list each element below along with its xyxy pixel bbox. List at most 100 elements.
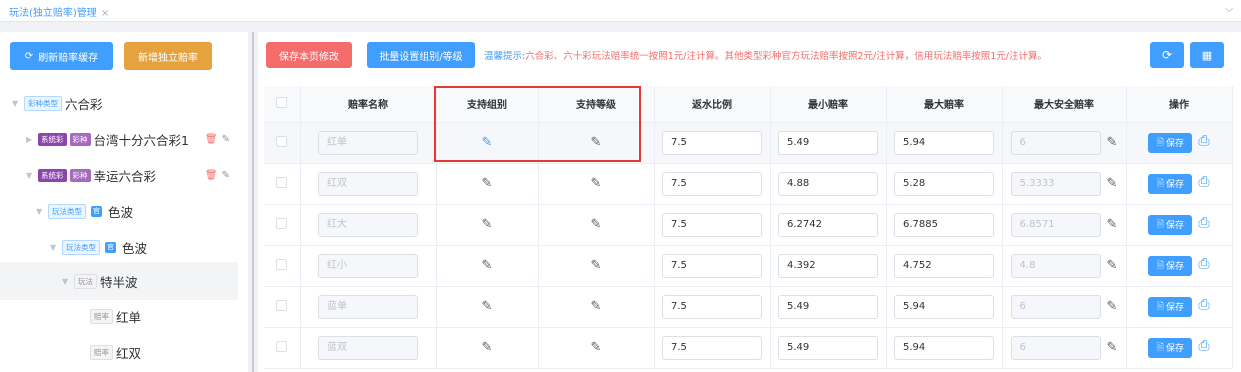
edit-level-icon[interactable]: ✎ [591,299,602,314]
print-icon[interactable]: ⎙ [1198,133,1209,149]
print-icon[interactable]: ⎙ [1198,338,1209,354]
tree-node-play-type[interactable]: ▼ 玩法类型 官 色波 [0,193,238,229]
row-select-cell[interactable] [264,245,301,287]
tree-node-play[interactable]: ▼ 玩法 特半波 [0,262,238,300]
max-odds-input[interactable]: 5.28 [894,171,994,196]
edit-level-icon[interactable]: ✎ [591,340,602,355]
rebate-input[interactable]: 7.5 [662,335,762,360]
save-page-button[interactable]: 保存本页修改 [266,42,352,68]
edit-safe-odds-icon[interactable]: ✎ [1107,299,1118,314]
edit-level-icon[interactable]: ✎ [591,176,602,191]
row-checkbox[interactable] [276,340,288,352]
max-odds-input[interactable]: 6.7885 [894,212,994,237]
min-odds-input[interactable]: 4.392 [778,253,878,278]
edit-icon[interactable]: ✎ [222,134,230,145]
rebate-input[interactable]: 7.5 [662,130,762,155]
col-header: 最大安全赔率 [1002,86,1127,123]
edit-icon[interactable]: ✎ [222,170,230,181]
tip-text: 温馨提示:六合彩、六十彩玩法赔率统一按照1元/注计算。其他类型彩种官方玩法赔率按… [484,48,1047,62]
caret-down-icon[interactable]: ▼ [12,99,24,108]
row-select-cell[interactable] [264,204,301,246]
row-checkbox[interactable] [276,217,288,229]
caret-right-icon[interactable]: ▶ [26,135,38,144]
add-odds-label: 新增独立赔率 [138,52,198,64]
save-row-button[interactable]: 🗎 保存 [1148,173,1193,194]
rebate-input[interactable]: 7.5 [662,171,762,196]
safe-odds-cell: 6 ✎ [1002,122,1127,164]
splitter-handle[interactable] [252,32,254,372]
max-odds-input[interactable]: 5.94 [894,335,994,360]
tree-node-play-type[interactable]: ▼ 玩法类型 官 色波 [0,229,238,265]
row-select-cell[interactable] [264,327,301,369]
row-select-cell[interactable] [264,286,301,328]
edit-level-icon[interactable]: ✎ [591,217,602,232]
tab-odds-management[interactable]: 玩法(独立赔率)管理 × [9,4,109,19]
odds-name-field: 蓝双 [318,335,418,360]
save-row-button[interactable]: 🗎 保存 [1148,296,1193,317]
row-select-cell[interactable] [264,122,301,164]
caret-down-icon[interactable]: ▼ [26,171,38,180]
close-icon[interactable]: × [101,8,109,19]
edit-safe-odds-icon[interactable]: ✎ [1107,135,1118,150]
print-icon[interactable]: ⎙ [1198,174,1209,190]
edit-group-icon[interactable]: ✎ [482,340,493,355]
delete-icon[interactable]: 🗑 [205,134,218,145]
row-select-cell[interactable] [264,163,301,205]
add-odds-button[interactable]: 新增独立赔率 [124,42,212,70]
min-odds-input[interactable]: 5.49 [778,130,878,155]
tree-node-odds[interactable]: 赔率 红单 [0,298,238,334]
edit-safe-odds-icon[interactable]: ✎ [1107,217,1118,232]
row-checkbox[interactable] [276,258,288,270]
edit-safe-odds-icon[interactable]: ✎ [1107,258,1118,273]
min-odds-input[interactable]: 4.88 [778,171,878,196]
save-row-button[interactable]: 🗎 保存 [1148,214,1193,235]
delete-icon[interactable]: 🗑 [205,170,218,181]
rebate-input[interactable]: 7.5 [662,294,762,319]
safe-odds-field: 4.8 [1010,253,1101,278]
edit-safe-odds-icon[interactable]: ✎ [1107,176,1118,191]
print-icon[interactable]: ⎙ [1198,256,1209,272]
edit-group-icon[interactable]: ✎ [482,135,493,150]
caret-down-icon[interactable]: ▼ [36,207,48,216]
edit-level-icon[interactable]: ✎ [591,135,602,150]
refresh-button[interactable]: ⟳ [1150,42,1184,68]
caret-down-icon[interactable]: ▼ [50,243,62,252]
edit-group-icon[interactable]: ✎ [482,258,493,273]
columns-button[interactable]: ▦ [1190,42,1224,68]
edit-group-icon[interactable]: ✎ [482,217,493,232]
row-checkbox[interactable] [276,299,288,311]
refresh-cache-button[interactable]: ⟳ 刷新赔率缓存 [10,42,113,70]
edit-group-icon[interactable]: ✎ [482,299,493,314]
tree-node-lottery[interactable]: ▼ 系统彩 彩种 幸运六合彩 🗑 ✎ [0,157,238,193]
min-odds-input[interactable]: 5.49 [778,294,878,319]
tree-node-odds[interactable]: 赔率 红双 [0,334,238,370]
min-odds-input[interactable]: 5.49 [778,335,878,360]
tree-node-lottery[interactable]: ▶ 系统彩 彩种 台湾十分六合彩1 🗑 ✎ [0,121,238,157]
save-row-button[interactable]: 🗎 保存 [1148,255,1193,276]
tree-node-lottery-type[interactable]: ▼ 彩种类型 六合彩 [0,85,238,121]
max-odds-input[interactable]: 5.94 [894,130,994,155]
rebate-input[interactable]: 7.5 [662,212,762,237]
chevron-down-icon[interactable]: ⌵ [1225,4,1233,15]
max-odds-input[interactable]: 5.94 [894,294,994,319]
edit-safe-odds-icon[interactable]: ✎ [1107,340,1118,355]
rebate-input[interactable]: 7.5 [662,253,762,278]
select-all-cell[interactable] [264,86,301,123]
max-odds-input[interactable]: 4.752 [894,253,994,278]
min-odds-input[interactable]: 6.2742 [778,212,878,237]
edit-group-icon[interactable]: ✎ [482,176,493,191]
print-icon[interactable]: ⎙ [1198,215,1209,231]
col-header: 支持组别 [436,86,539,123]
save-row-button[interactable]: 🗎 保存 [1148,337,1193,358]
print-icon[interactable]: ⎙ [1198,297,1209,313]
select-all-checkbox[interactable] [276,96,288,108]
row-checkbox[interactable] [276,135,288,147]
batch-set-button[interactable]: 批量设置组别/等级 [367,42,475,68]
row-checkbox[interactable] [276,176,288,188]
odds-name-field: 红大 [318,212,418,237]
caret-down-icon[interactable]: ▼ [62,277,74,286]
save-row-label: 保存 [1166,303,1185,313]
save-row-button[interactable]: 🗎 保存 [1148,132,1193,153]
panel-splitter[interactable] [248,32,258,372]
edit-level-icon[interactable]: ✎ [591,258,602,273]
